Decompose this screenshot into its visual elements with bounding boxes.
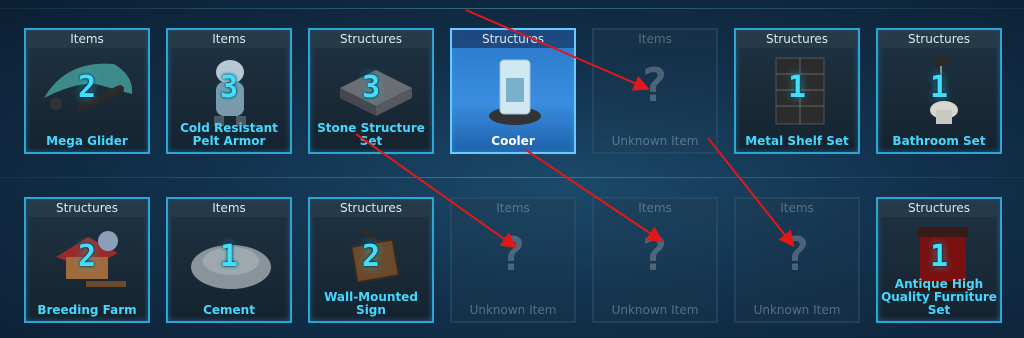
card-name-label: Cooler: [491, 134, 535, 148]
middle-divider: [0, 177, 1024, 178]
card-name-label: Unknown Item: [753, 303, 841, 317]
cement-pile-icon: [178, 223, 280, 297]
card-category-label: Items: [452, 199, 574, 217]
question-mark-icon: ?: [782, 227, 812, 281]
question-mark-icon: ?: [640, 58, 670, 112]
row-1: Items 2 Mega Glider Items 3 Cold Resistant Pe…: [24, 28, 1002, 154]
card-name-label: Unknown Item: [611, 303, 699, 317]
card-name-label: Bathroom Set: [892, 134, 986, 148]
card-category-label: Structures: [26, 199, 148, 217]
unlock-card-cooler[interactable]: Structures Cooler: [450, 28, 576, 154]
row-2: Structures 2 Breeding Farm Items 1 Cement Stru…: [24, 197, 1002, 323]
card-category-label: Items: [168, 30, 290, 48]
unlock-card-breeding-farm[interactable]: Structures 2 Breeding Farm: [24, 197, 150, 323]
breeding-farm-icon: [36, 223, 138, 297]
wall-sign-icon: [320, 223, 422, 297]
card-name-label: Cement: [203, 303, 255, 317]
card-category-label: Structures: [878, 30, 1000, 48]
unlock-card-antique-high-quality-furniture-set[interactable]: Structures 1 Antique High Quality Furnitur…: [876, 197, 1002, 323]
question-mark-icon: ?: [640, 227, 670, 281]
unlock-card-bathroom-set[interactable]: Structures 1 Bathroom Set: [876, 28, 1002, 154]
unlock-card-cement[interactable]: Items 1 Cement: [166, 197, 292, 323]
unlock-card-unknown-item[interactable]: Items? Unknown Item: [592, 28, 718, 154]
card-category-label: Structures: [310, 30, 432, 48]
unlock-card-metal-shelf-set[interactable]: Structures 1 Metal Shelf Set: [734, 28, 860, 154]
card-category-label: Structures: [736, 30, 858, 48]
unlock-card-unknown-item[interactable]: Items? Unknown Item: [450, 197, 576, 323]
card-category-label: Items: [736, 199, 858, 217]
card-name-label: Metal Shelf Set: [745, 134, 849, 148]
card-category-label: Structures: [310, 199, 432, 217]
unlock-card-unknown-item[interactable]: Items? Unknown Item: [592, 197, 718, 323]
unlock-grid-screen: Items 2 Mega Glider Items 3 Cold Resistant Pe…: [0, 0, 1024, 338]
glider-icon: [36, 54, 138, 128]
top-divider: [0, 8, 1024, 9]
unlock-card-mega-glider[interactable]: Items 2 Mega Glider: [24, 28, 150, 154]
stone-structure-icon: [320, 54, 422, 128]
card-name-label: Mega Glider: [46, 134, 128, 148]
unlock-card-cold-resistant-pelt-armor[interactable]: Items 3 Cold Resistant Pelt Armor: [166, 28, 292, 154]
cooler-icon: [462, 54, 564, 128]
toilet-icon: [888, 54, 990, 128]
card-name-label: Unknown Item: [469, 303, 557, 317]
card-name-label: Antique High Quality Furniture Set: [881, 277, 997, 317]
card-name-label: Unknown Item: [611, 134, 699, 148]
card-category-label: Items: [26, 30, 148, 48]
unlock-card-wall-mounted-sign[interactable]: Structures 2 Wall-Mounted Sign: [308, 197, 434, 323]
card-name-label: Stone Structure Set: [317, 121, 425, 148]
card-name-label: Breeding Farm: [37, 303, 137, 317]
card-category-label: Items: [594, 199, 716, 217]
unlock-card-stone-structure-set[interactable]: Structures 3 Stone Structure Set: [308, 28, 434, 154]
unlock-card-unknown-item[interactable]: Items? Unknown Item: [734, 197, 860, 323]
card-category-label: Items: [168, 199, 290, 217]
pelt-armor-icon: [178, 54, 280, 128]
card-category-label: Items: [594, 30, 716, 48]
card-name-label: Cold Resistant Pelt Armor: [180, 121, 278, 148]
metal-shelf-icon: [746, 54, 848, 128]
card-name-label: Wall-Mounted Sign: [324, 290, 418, 317]
card-category-label: Structures: [878, 199, 1000, 217]
card-category-label: Structures: [452, 30, 574, 48]
question-mark-icon: ?: [498, 227, 528, 281]
